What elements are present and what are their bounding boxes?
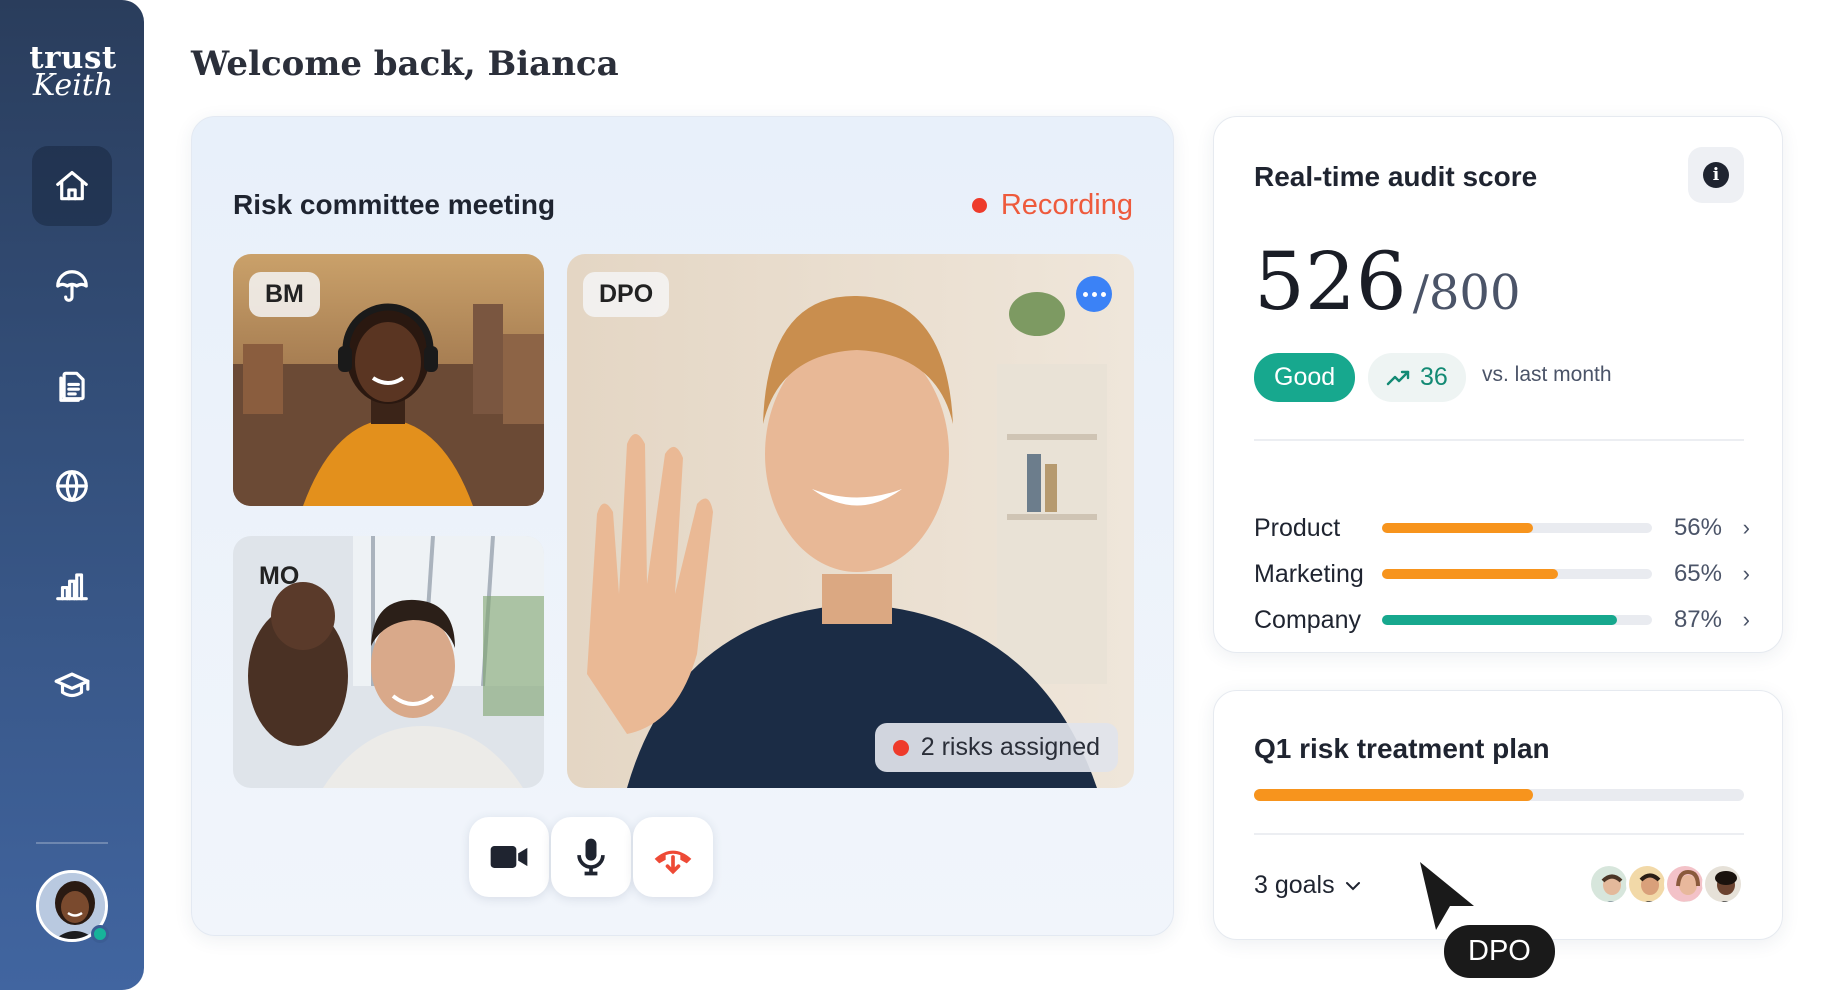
metric-progress-fill <box>1382 569 1558 579</box>
goals-label: 3 goals <box>1254 871 1335 899</box>
metric-row-company[interactable]: Company 87% › <box>1254 603 1750 637</box>
goals-dropdown[interactable]: 3 goals <box>1254 871 1361 900</box>
avatar <box>1664 863 1706 905</box>
sidebar-item-home[interactable] <box>32 146 112 226</box>
participant-name-tag: BM <box>249 272 320 317</box>
trending-up-icon <box>1386 370 1410 385</box>
cursor-pointer-icon <box>1420 862 1474 930</box>
recording-status: Recording <box>971 189 1133 222</box>
graduation-cap-icon <box>54 672 90 698</box>
audit-score-card: Real-time audit score i 526/800 Good 36 … <box>1213 116 1783 653</box>
home-icon <box>56 170 88 201</box>
metric-percent: 87% <box>1673 606 1722 633</box>
assignee-avatars[interactable] <box>1588 863 1744 905</box>
chevron-right-icon: › <box>1742 515 1750 540</box>
metric-label: Product <box>1254 513 1341 542</box>
bar-chart-icon <box>56 573 88 601</box>
divider <box>1254 439 1744 441</box>
divider <box>1254 833 1744 835</box>
sidebar-item-training[interactable] <box>32 646 112 726</box>
score-total: /800 <box>1412 265 1521 321</box>
avatar <box>1626 863 1668 905</box>
participant-name-tag: MO <box>259 562 300 590</box>
sidebar-item-documents[interactable] <box>32 346 112 426</box>
camera-icon <box>490 846 528 868</box>
recording-dot-icon <box>971 198 987 213</box>
cursor-label: DPO <box>1444 925 1555 978</box>
metric-progress-fill <box>1382 523 1534 533</box>
trend-badge: 36 <box>1368 353 1466 402</box>
audit-score-value: 526/800 <box>1254 235 1521 328</box>
metric-percent: 56% <box>1673 514 1722 541</box>
chevron-down-icon <box>1345 881 1360 890</box>
chevron-right-icon: › <box>1742 607 1750 632</box>
metric-progress-track <box>1382 523 1652 533</box>
globe-icon <box>56 470 88 502</box>
sidebar-divider <box>36 842 108 844</box>
sidebar-item-risk[interactable] <box>32 246 112 326</box>
metric-label: Marketing <box>1254 559 1364 588</box>
recording-label: Recording <box>1000 189 1133 221</box>
plan-progress-fill <box>1254 789 1534 801</box>
sidebar-item-reports[interactable] <box>32 546 112 626</box>
rating-badge: Good <box>1254 353 1356 402</box>
logo-word-2: Keith <box>32 68 114 103</box>
chevron-right-icon: › <box>1742 561 1750 586</box>
avatar <box>1702 863 1744 905</box>
info-button[interactable]: i <box>1688 147 1744 203</box>
ellipsis-icon <box>1082 291 1088 297</box>
metric-row-marketing[interactable]: Marketing 65% › <box>1254 557 1750 591</box>
avatar <box>1588 863 1630 905</box>
audit-score-title: Real-time audit score <box>1254 161 1538 192</box>
metric-progress-track <box>1382 615 1652 625</box>
logo[interactable]: trust Keith <box>28 42 118 103</box>
meeting-card: Risk committee meeting Recording BM MO D… <box>191 116 1174 936</box>
status-dot-icon <box>892 739 909 756</box>
video-tile-bm[interactable]: BM <box>233 254 544 506</box>
page-title: Welcome back, Bianca <box>191 44 619 84</box>
umbrella-icon <box>56 270 88 302</box>
camera-button[interactable] <box>469 817 549 897</box>
participant-video <box>567 254 1134 788</box>
sidebar: trust Keith <box>0 0 144 990</box>
risk-plan-card[interactable]: Q1 risk treatment plan 3 goals <box>1213 690 1783 940</box>
microphone-button[interactable] <box>551 817 631 897</box>
online-status-indicator <box>91 925 109 943</box>
metric-percent: 65% <box>1673 560 1722 587</box>
sidebar-item-global[interactable] <box>32 446 112 526</box>
plan-progress-track <box>1254 789 1744 801</box>
microphone-icon <box>577 838 605 876</box>
trend-caption: vs. last month <box>1482 363 1612 386</box>
metric-progress-fill <box>1382 615 1617 625</box>
meeting-title: Risk committee meeting <box>233 189 556 220</box>
risks-assigned-label: 2 risks assigned <box>920 733 1100 761</box>
more-options-button[interactable] <box>1076 276 1112 312</box>
documents-icon <box>59 371 85 402</box>
risk-plan-title: Q1 risk treatment plan <box>1254 733 1550 764</box>
info-icon: i <box>1703 162 1729 188</box>
metric-row-product[interactable]: Product 56% › <box>1254 511 1750 545</box>
risks-assigned-badge[interactable]: 2 risks assigned <box>874 723 1118 772</box>
hang-up-button[interactable] <box>633 817 713 897</box>
trend-value: 36 <box>1420 363 1448 391</box>
metric-progress-track <box>1382 569 1652 579</box>
hang-up-icon <box>654 850 692 875</box>
score-number: 526 <box>1254 235 1407 328</box>
metric-label: Company <box>1254 605 1361 634</box>
participant-name-tag: DPO <box>583 272 670 317</box>
video-tile-mo[interactable]: MO <box>233 536 544 788</box>
video-tile-dpo[interactable]: DPO 2 risks assigned <box>567 254 1134 788</box>
